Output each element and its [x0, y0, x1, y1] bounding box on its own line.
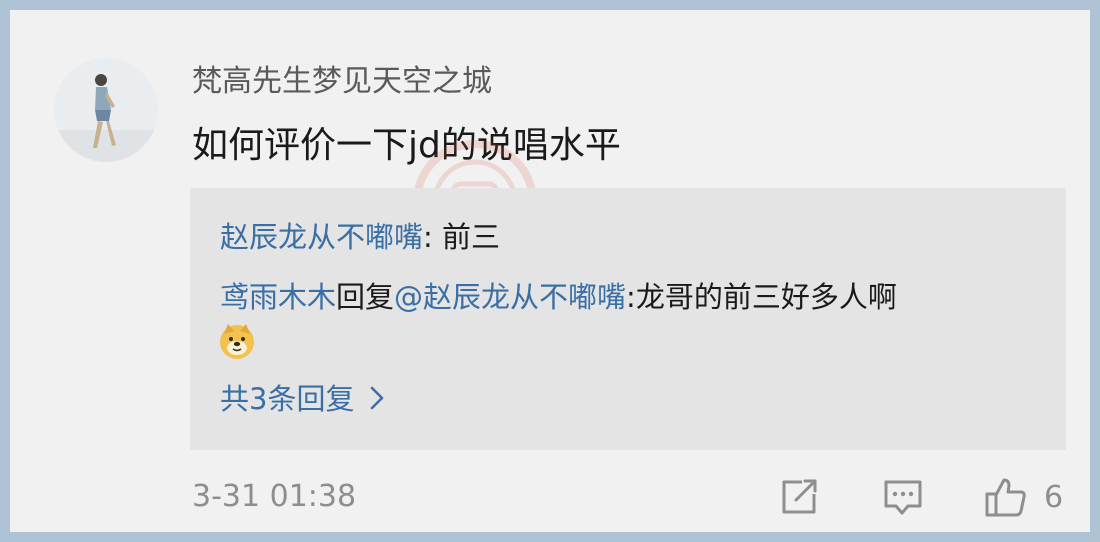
reply-text: 龙哥的前三好多人啊: [635, 280, 897, 314]
chevron-right-icon: [371, 386, 384, 410]
avatar[interactable]: [54, 58, 158, 162]
comment-timestamp: 3-31 01:38: [192, 479, 357, 514]
comment-icon: [884, 480, 922, 515]
share-button[interactable]: [778, 474, 820, 520]
doge-emoji-icon: [220, 324, 254, 359]
reply-author[interactable]: 赵辰龙从不嘟嘴: [220, 220, 423, 254]
like-count: 6: [1044, 479, 1064, 515]
comment-card: 梵高先生梦见天空之城 如何评价一下jd的说唱水平 赵辰龙从不嘟嘴: 前三 鸢雨木…: [0, 0, 1100, 542]
comment-text: 如何评价一下jd的说唱水平: [192, 125, 621, 166]
reply-item: 赵辰龙从不嘟嘴: 前三: [220, 216, 500, 258]
view-all-replies-link[interactable]: 共3条回复: [220, 378, 384, 420]
comment-author[interactable]: 梵高先生梦见天空之城: [192, 60, 492, 104]
reply-author[interactable]: 鸢雨木木: [220, 280, 336, 314]
share-icon: [782, 479, 817, 514]
reply-word: 回复: [336, 280, 395, 314]
view-all-replies-label: 共3条回复: [220, 382, 355, 416]
reply-preview-box[interactable]: 赵辰龙从不嘟嘴: 前三 鸢雨木木回复@赵辰龙从不嘟嘴:龙哥的前三好多人啊 共3条…: [190, 188, 1066, 450]
reply-separator: :: [423, 220, 443, 254]
reply-separator: :: [626, 280, 636, 314]
thumbs-up-icon: [985, 478, 1026, 517]
reply-mention[interactable]: @赵辰龙从不嘟嘴: [394, 280, 626, 314]
like-button[interactable]: 6: [984, 474, 1063, 520]
reply-text: 前三: [442, 220, 501, 254]
avatar-image: [54, 58, 158, 162]
comment-button[interactable]: [882, 474, 924, 520]
reply-item: 鸢雨木木回复@赵辰龙从不嘟嘴:龙哥的前三好多人啊: [220, 276, 897, 318]
